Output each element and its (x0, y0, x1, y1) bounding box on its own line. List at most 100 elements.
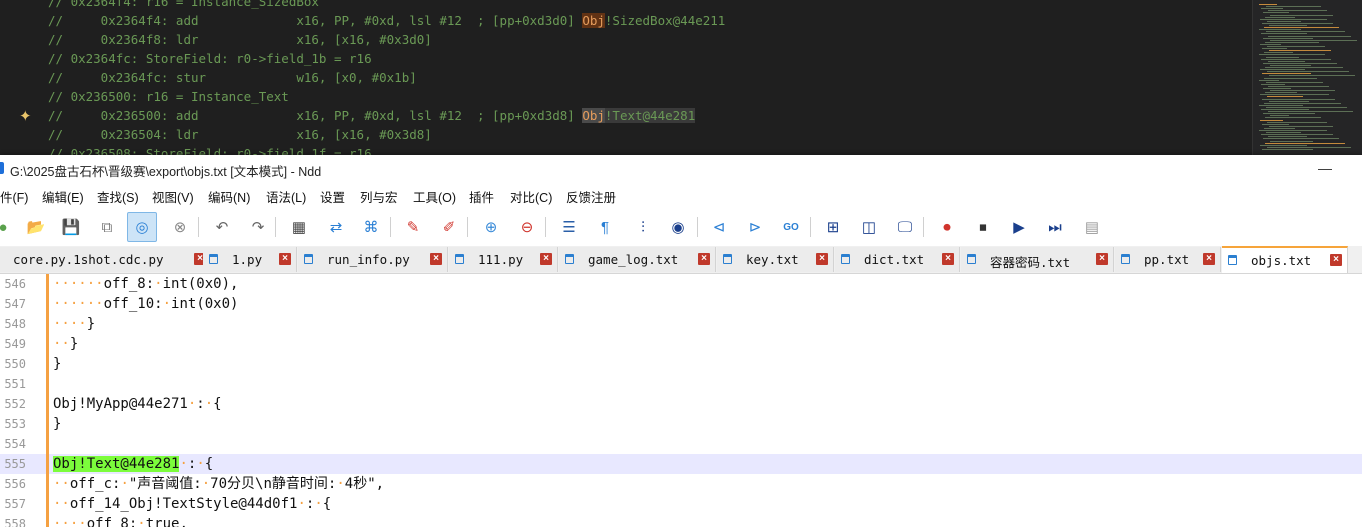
indent-whitespace: ·· (53, 336, 70, 352)
record-view-button[interactable]: ◉ (663, 212, 693, 242)
monitor-button[interactable]: 🖵 (890, 212, 920, 242)
close-icon[interactable]: × (698, 253, 710, 265)
show-symbols-button[interactable]: ¶ (590, 212, 620, 242)
minimize-button[interactable]: — (1310, 156, 1340, 180)
close-icon[interactable]: × (279, 253, 291, 265)
tab-label: run_info.py (327, 252, 410, 267)
close-icon[interactable]: × (1203, 253, 1215, 265)
save-all-button[interactable]: ⧉ (92, 212, 122, 242)
minimap-line (1268, 60, 1305, 62)
menu-item[interactable]: 插件 (469, 187, 494, 206)
menu-item[interactable]: 件(F) (0, 187, 28, 206)
tab-label: game_log.txt (588, 252, 679, 267)
background-code-line: // 0x2364fc: StoreField: r0->field_1b = … (48, 49, 725, 68)
zoom-in-button[interactable]: ⊕ (476, 212, 506, 242)
minimap-line (1269, 125, 1333, 127)
tab-pp-txt[interactable]: pp.txt × (1115, 247, 1221, 272)
search-match: Obj!Text@44e281 (53, 456, 180, 472)
split-view-icon: ◫ (861, 219, 877, 236)
minimap-line (1263, 37, 1313, 39)
replace-button[interactable]: ⇄ (321, 212, 351, 242)
bookmark-button[interactable]: ⌘ (356, 212, 386, 242)
tab-111-py[interactable]: 111.py × (449, 247, 558, 272)
tab-1-py[interactable]: 1.py × (203, 247, 297, 272)
toolbar-separator (545, 217, 546, 237)
minimap-line (1267, 46, 1325, 47)
word-wrap-button[interactable]: ☰ (554, 212, 584, 242)
toolbar-separator (198, 217, 199, 237)
close-icon[interactable]: × (540, 253, 552, 265)
menu-item[interactable]: 编码(N) (208, 187, 250, 206)
code-content: off_10:·int(0x0) (103, 296, 239, 312)
tab-bar: core.py.1shot.cdc.py × 1.py × run_info.py × 11… (0, 246, 1362, 274)
clear-mark-button[interactable]: ✐ (434, 212, 464, 242)
tab-objs-txt[interactable]: objs.txt × (1222, 246, 1348, 273)
split-view-button[interactable]: ◫ (854, 212, 884, 242)
menu-item[interactable]: 反馈注册 (566, 187, 616, 206)
code-text: ····off_8:·true, (53, 514, 188, 527)
macro-save-icon: ▤ (1084, 219, 1100, 236)
tab-dict-txt[interactable]: dict.txt × (835, 247, 960, 272)
close-icon[interactable]: × (1330, 254, 1342, 266)
tab-run-info-py[interactable]: run_info.py × (298, 247, 448, 272)
minimap-line (1261, 33, 1307, 35)
tab-game-log-txt[interactable]: game_log.txt × (559, 247, 716, 272)
background-code-lines: // 0x2364f4: r16 = Instance_SizedBox // 0… (48, 0, 725, 155)
line-number: 553 (4, 417, 26, 431)
next-button[interactable]: ⊳ (740, 212, 770, 242)
tab--txt[interactable]: 容器密码.txt × (961, 247, 1114, 272)
prev-button[interactable]: ⊲ (704, 212, 734, 242)
tab-core-py-1shot-cdc-py[interactable]: core.py.1shot.cdc.py × (0, 247, 212, 272)
macro-play-icon: ▶ (1013, 219, 1025, 236)
undo-button[interactable]: ↶ (207, 212, 237, 242)
highlighted-obj: Obj (582, 13, 605, 28)
text-editor[interactable]: 546 ······off_8:·int(0x0), 547 ······off_10… (0, 274, 1362, 527)
menu-item[interactable]: 列与宏 (360, 187, 398, 206)
save-button[interactable]: 💾 (56, 212, 86, 242)
indent-guide-button[interactable]: ⫶ (628, 212, 658, 242)
macro-run-multi-button[interactable]: ⏭ (1040, 212, 1070, 242)
macro-play-button[interactable]: ▶ (1004, 212, 1034, 242)
close-icon[interactable]: × (816, 253, 828, 265)
minimap-line (1265, 16, 1295, 18)
minimap-line (1261, 109, 1309, 110)
tab-key-txt[interactable]: key.txt × (717, 247, 834, 272)
macro-stop-button[interactable]: ⏹ (968, 212, 998, 242)
close-icon[interactable]: × (942, 253, 954, 265)
code-text: // 0x2364fc: StoreField: r0->field_1b = … (48, 51, 372, 66)
sparkle-icon[interactable]: ✦ (19, 107, 32, 125)
menu-item[interactable]: 设置 (320, 187, 345, 206)
mark-button[interactable]: ✎ (398, 212, 428, 242)
file-icon (304, 254, 313, 264)
auto-save-button[interactable]: ◎ (127, 212, 157, 242)
menu-item[interactable]: 对比(C) (510, 187, 552, 206)
minimap-line (1263, 62, 1337, 64)
close-icon[interactable]: × (1096, 253, 1108, 265)
line-number: 552 (4, 397, 26, 411)
minimap[interactable] (1252, 0, 1362, 155)
macro-record-button[interactable]: ⏺ (932, 212, 962, 242)
zoom-out-button[interactable]: ⊖ (512, 212, 542, 242)
menu-item[interactable]: 编辑(E) (42, 187, 84, 206)
close-file-button[interactable]: ⊗ (165, 212, 195, 242)
window-title: G:\2025盘古石杯\晋级赛\export\objs.txt [文本模式] -… (10, 165, 322, 179)
minimap-line (1260, 119, 1283, 121)
word-wrap-icon: ☰ (562, 219, 576, 236)
close-icon[interactable]: × (430, 253, 442, 265)
minimap-line (1267, 20, 1301, 22)
menu-item[interactable]: 语法(L) (266, 187, 306, 206)
open-folder-button[interactable]: 📂 (21, 212, 51, 242)
file-icon (723, 254, 732, 264)
menu-item[interactable]: 查找(S) (97, 187, 139, 206)
goto-button[interactable]: GO (776, 212, 806, 242)
menu-item[interactable]: 视图(V) (152, 187, 194, 206)
column-mode-button[interactable]: ⊞ (818, 212, 848, 242)
redo-button[interactable]: ↷ (243, 212, 273, 242)
minimap-line (1259, 79, 1279, 81)
toolbar-separator (275, 217, 276, 237)
new-file-button[interactable]: ● (0, 212, 18, 242)
minimap-line (1266, 81, 1323, 83)
macro-save-button[interactable]: ▤ (1077, 212, 1107, 242)
find-button[interactable]: ▦ (284, 212, 314, 242)
menu-item[interactable]: 工具(O) (413, 187, 456, 206)
